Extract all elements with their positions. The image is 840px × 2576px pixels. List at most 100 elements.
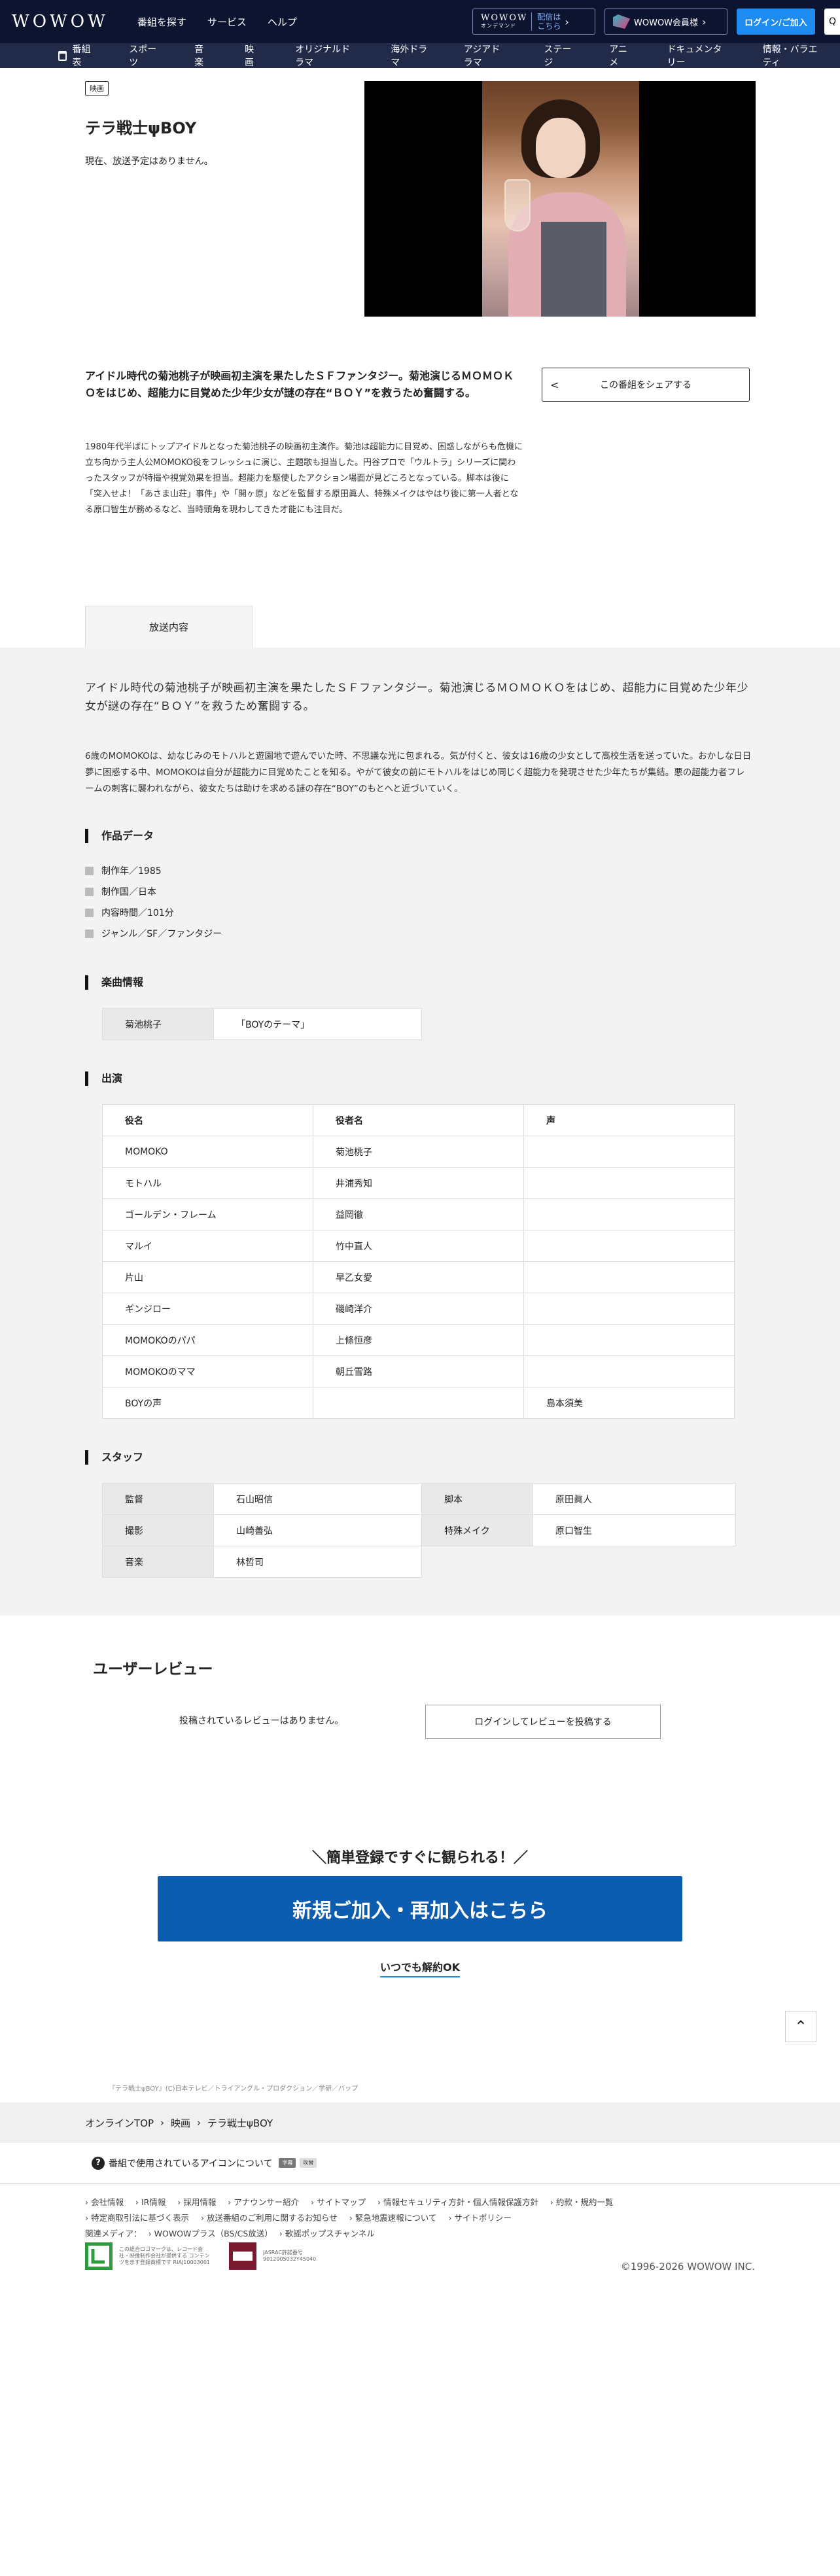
breadcrumb-movie[interactable]: 映画: [171, 2116, 190, 2130]
staff-name: 原田眞人: [533, 1483, 736, 1515]
lmark-badge: この総合ロゴマークは、レコード会社・映像制作会社が提供する コンテンツを示す登録…: [85, 2242, 211, 2270]
cast-actor: 上條恒彦: [313, 1324, 524, 1356]
global-header: WOWOW 番組を探す サービス ヘルプ WOWOW オンデマンド 配信は こち…: [0, 0, 840, 43]
table-header-row: 役名 役者名 声: [102, 1104, 735, 1136]
cast-actor: 竹中直人: [313, 1230, 524, 1262]
section-title-cast: 出演: [85, 1071, 840, 1086]
cast-header-voice: 声: [523, 1104, 735, 1136]
review-title: ユーザーレビュー: [93, 1661, 213, 1678]
ondemand-text: 配信は こちら: [531, 12, 561, 31]
cancel-anytime-text[interactable]: いつでも解約OK: [379, 1961, 460, 1977]
footer-link[interactable]: 歌謡ポップスチャンネル: [279, 2227, 375, 2242]
footer-copyright: ©1996-2026 WOWOW INC.: [620, 2261, 755, 2272]
footer-link[interactable]: アナウンサー紹介: [228, 2195, 299, 2211]
footer-link[interactable]: 約款・規約一覧: [550, 2195, 614, 2211]
cast-voice: [523, 1324, 735, 1356]
signup-cta: ＼簡単登録ですぐに観られる！／ 新規ご加入・再加入はこちら いつでも解約OK ⌃…: [0, 1846, 840, 2102]
cancel-anytime: いつでも解約OK: [0, 1958, 840, 1977]
footer-link[interactable]: サイトマップ: [311, 2195, 366, 2211]
signup-button[interactable]: 新規ご加入・再加入はこちら: [158, 1876, 682, 1941]
gnav-music[interactable]: 音楽: [177, 43, 227, 69]
cast-role: 片山: [102, 1261, 313, 1293]
table-row: MOMOKO 菊池桃子: [102, 1136, 735, 1168]
footer-link[interactable]: 情報セキュリティ方針・個人情報保護方針: [377, 2195, 538, 2211]
chevron-right-icon: ›: [197, 2117, 201, 2129]
gnav-stage[interactable]: ステージ: [526, 43, 591, 69]
footer-link[interactable]: サイトポリシー: [448, 2211, 512, 2227]
member-label: WOWOW会員様: [634, 18, 699, 28]
gnav-anime[interactable]: アニメ: [591, 43, 649, 69]
cast-table: 役名 役者名 声 MOMOKO 菊池桃子 モトハル 井浦秀知 ゴールデン・フレーム益…: [102, 1104, 735, 1419]
cast-role: ギンジロー: [102, 1293, 313, 1325]
header-actions: WOWOW オンデマンド 配信は こちら › WOWOW会員様 › ログイン/ご…: [472, 9, 840, 35]
table-row: ゴールデン・フレーム 益岡徹: [102, 1198, 735, 1230]
gnav-sports[interactable]: スポーツ: [111, 43, 177, 69]
cast-actor: 益岡徹: [313, 1198, 524, 1230]
cast-actor: [313, 1387, 524, 1419]
genre-nav: 番組表 スポーツ 音楽 映画 オリジナルドラマ 海外ドラマ アジアドラマ ステー…: [0, 43, 840, 68]
table-row: BOYの声 島本須美: [102, 1387, 735, 1419]
share-icon: <: [550, 378, 559, 391]
back-to-top-icon[interactable]: ⌃: [785, 2011, 816, 2042]
staff-role: 特殊メイク: [421, 1514, 533, 1546]
share-button[interactable]: < この番組をシェアする: [542, 368, 750, 402]
footer-links-3: 関連メディア： WOWOWプラス（BS/CS放送） 歌謡ポップスチャンネル: [85, 2227, 840, 2242]
breadcrumb-top[interactable]: オンラインTOP: [85, 2116, 154, 2130]
cast-role: MOMOKO: [102, 1136, 313, 1168]
user-review-section: ユーザーレビュー 投稿されているレビューはありません。 ログインしてレビューを投…: [0, 1616, 840, 1846]
cast-role: MOMOKOのママ: [102, 1355, 313, 1387]
music-table: 菊池桃子 「BOYのテーマ」: [102, 1008, 422, 1040]
cast-actor: 菊池桃子: [313, 1136, 524, 1168]
calendar-icon: [58, 50, 67, 61]
footer-links-2: 特定商取引法に基づく表示 放送番組のご利用に関するお知らせ 緊急地震速報について…: [85, 2211, 840, 2227]
icon-note-link[interactable]: 番組で使用されているアイコンについて: [109, 2157, 272, 2170]
staff-name: 林哲司: [213, 1546, 422, 1578]
nav-service[interactable]: サービス: [207, 15, 247, 29]
subtitle-tag: 字幕: [279, 2158, 296, 2168]
cast-voice: [523, 1198, 735, 1230]
staff-name: 石山昭信: [213, 1483, 422, 1515]
jasrac-text: JASRAC許諾番号 9012005032Y45040: [263, 2250, 317, 2262]
dub-tag: 吹替: [300, 2158, 317, 2168]
post-review-button[interactable]: ログインしてレビューを投稿する: [425, 1705, 661, 1739]
staff-role: 音楽: [102, 1546, 214, 1578]
content-lead: アイドル時代の菊池桃子が映画初主演を果たしたＳＦファンタジー。菊池演じるＭＯＭＯ…: [85, 682, 748, 713]
chevron-right-icon: ›: [160, 2117, 165, 2129]
gnav-overseas-drama[interactable]: 海外ドラマ: [373, 43, 446, 69]
footer-link[interactable]: 放送番組のご利用に関するお知らせ: [201, 2211, 338, 2227]
member-button[interactable]: WOWOW会員様 ›: [604, 9, 727, 35]
gnav-variety[interactable]: 情報・バラエティ: [745, 43, 840, 69]
footer-link[interactable]: WOWOWプラス（BS/CS放送）: [149, 2227, 273, 2242]
ondemand-button[interactable]: WOWOW オンデマンド 配信は こちら ›: [472, 9, 595, 35]
nav-help[interactable]: ヘルプ: [268, 15, 297, 29]
footer-link[interactable]: 会社情報: [85, 2195, 124, 2211]
search-icon[interactable]: Q: [824, 9, 840, 35]
cast-role: マルイ: [102, 1230, 313, 1262]
program-description: 1980年代半ばにトップアイドルとなった菊池桃子の映画初主演作。菊池は超能力に目…: [85, 442, 523, 515]
wowow-logo[interactable]: WOWOW: [12, 12, 109, 31]
footer-link[interactable]: 緊急地震速報について: [349, 2211, 437, 2227]
table-row: MOMOKOのママ 朝丘雪路: [102, 1355, 735, 1387]
table-row: 菊池桃子 「BOYのテーマ」: [102, 1008, 422, 1040]
empty-cell: [533, 1546, 736, 1578]
footer-link[interactable]: IR情報: [135, 2195, 166, 2211]
share-label: この番組をシェアする: [600, 380, 691, 391]
login-button[interactable]: ログイン/ご加入: [737, 9, 815, 35]
question-icon: ?: [92, 2156, 105, 2170]
gnav-movie[interactable]: 映画: [227, 43, 277, 69]
footer-link[interactable]: 特定商取引法に基づく表示: [85, 2211, 189, 2227]
chevron-right-icon: ›: [702, 15, 707, 28]
table-row: MOMOKOのパパ 上條恒彦: [102, 1324, 735, 1356]
icon-note: ? 番組で使用されているアイコンについて 字幕 吹替: [0, 2143, 840, 2184]
footer-link[interactable]: 採用情報: [177, 2195, 216, 2211]
nav-search-programs[interactable]: 番組を探す: [137, 15, 186, 29]
gnav-documentary[interactable]: ドキュメンタリー: [650, 43, 745, 69]
gnav-original-drama[interactable]: オリジナルドラマ: [277, 43, 373, 69]
breadcrumb: オンラインTOP › 映画 › テラ戦士ψBOY: [0, 2102, 840, 2143]
gnav-asia-drama[interactable]: アジアドラマ: [446, 43, 527, 69]
gnav-schedule[interactable]: 番組表: [41, 43, 111, 69]
table-row: マルイ 竹中直人: [102, 1230, 735, 1262]
content-story: 6歳のMOMOKOは、幼なじみのモトハルと遊園地で遊んでいた時、不思議な光に包ま…: [85, 751, 752, 794]
tab-broadcast-content[interactable]: 放送内容: [85, 606, 253, 648]
cast-role: ゴールデン・フレーム: [102, 1198, 313, 1230]
